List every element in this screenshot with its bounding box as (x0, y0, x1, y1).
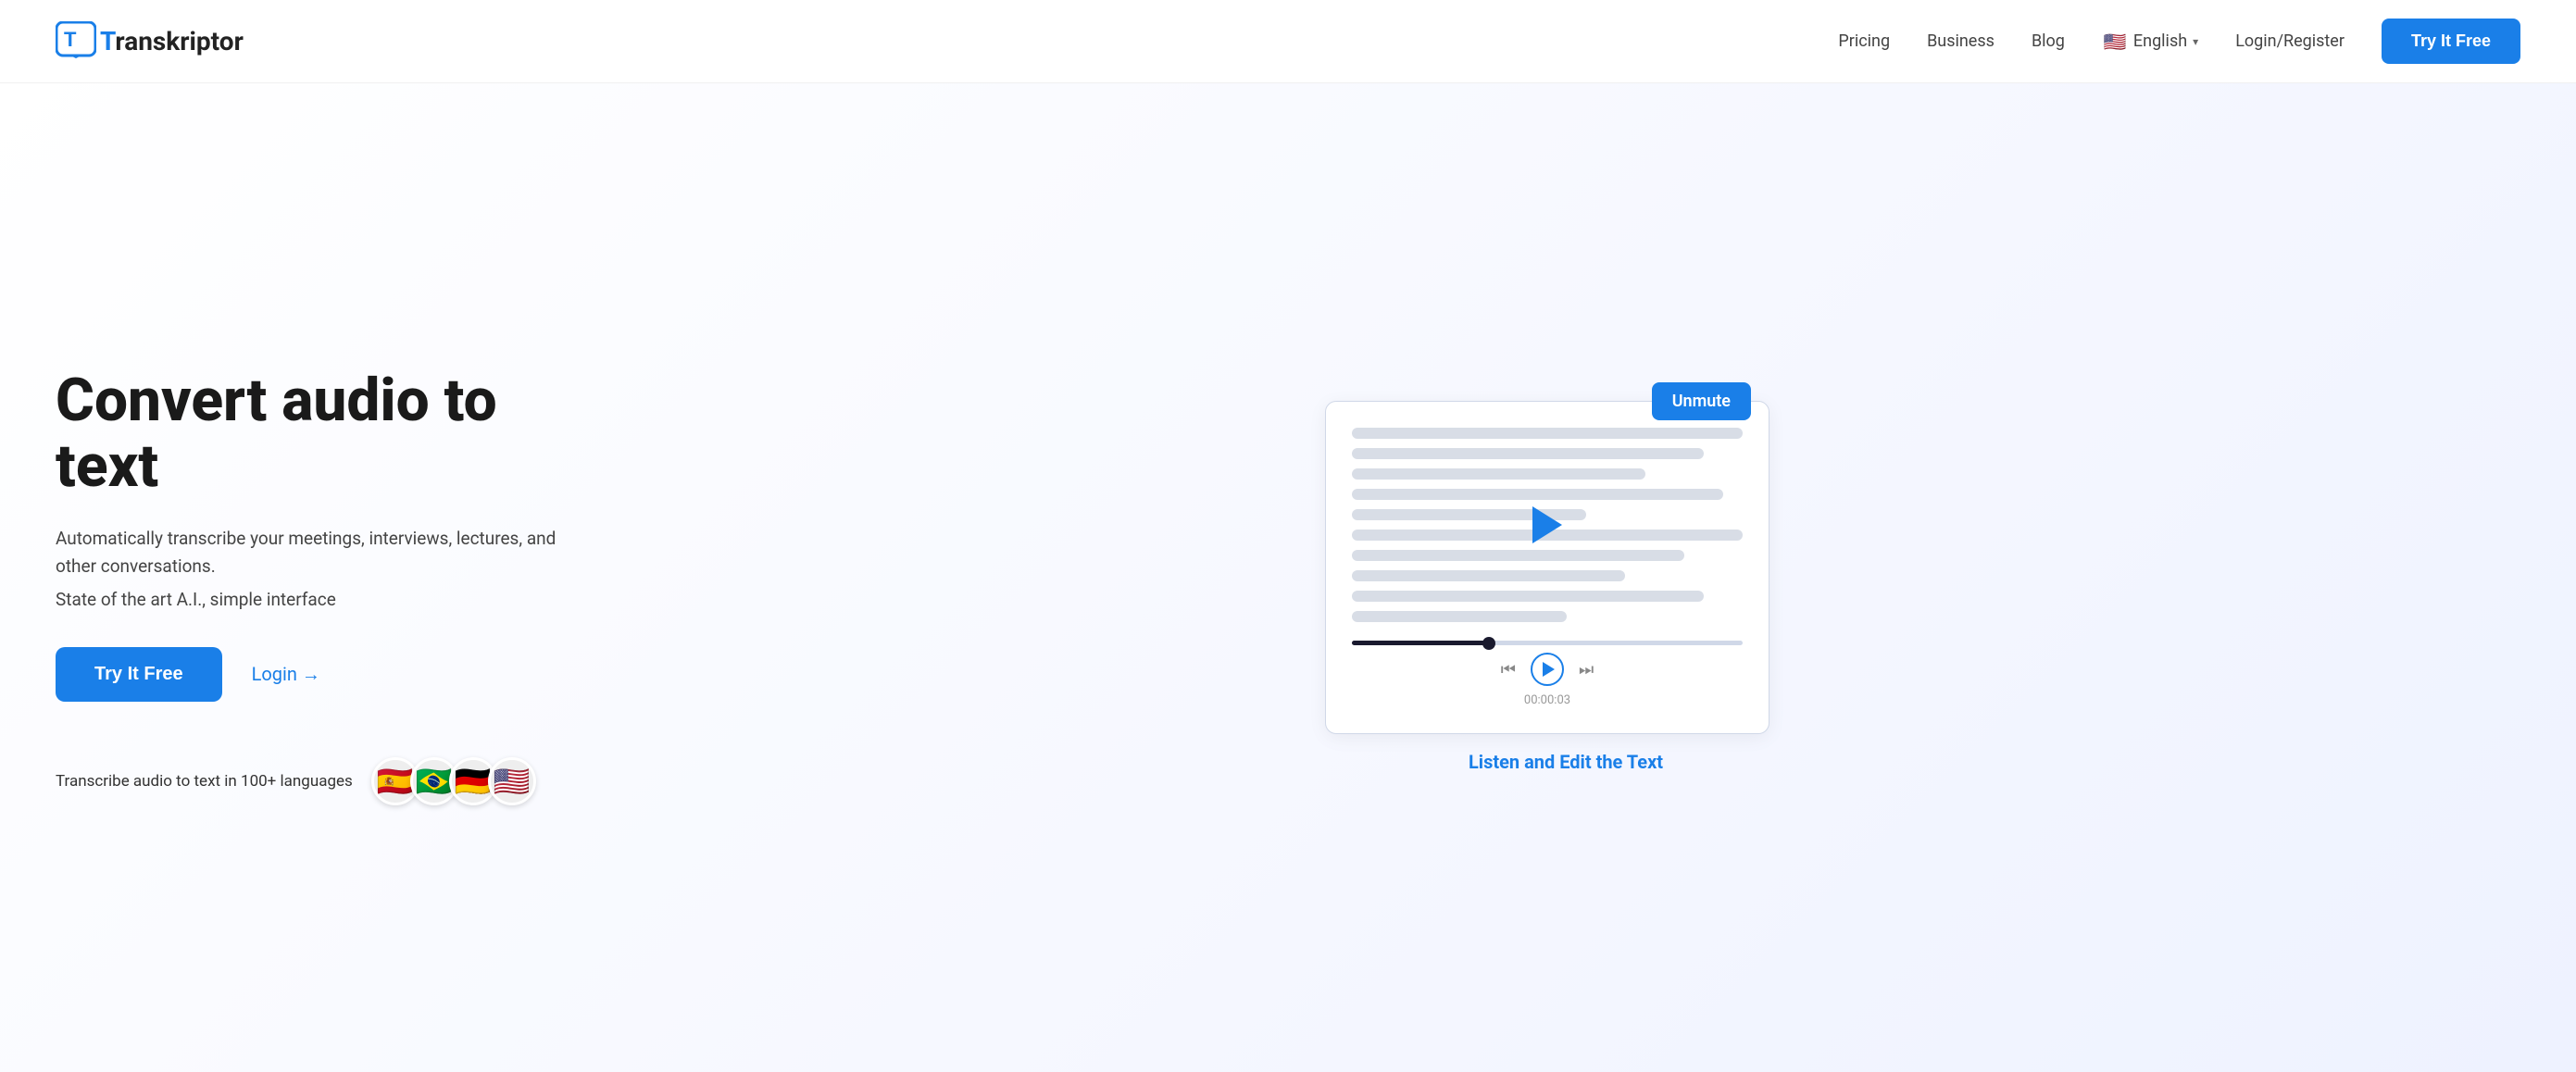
doc-line (1352, 570, 1625, 581)
nav-blog[interactable]: Blog (2032, 31, 2065, 51)
chevron-down-icon: ▾ (2193, 35, 2198, 48)
doc-line (1352, 489, 1723, 500)
play-button-overlay[interactable] (1532, 506, 1562, 543)
doc-line (1352, 591, 1704, 602)
doc-line (1352, 611, 1567, 622)
nav-business[interactable]: Business (1927, 31, 1995, 51)
doc-line (1352, 468, 1645, 480)
hero-title: Convert audio to text (56, 368, 574, 499)
svg-text:T: T (64, 28, 77, 51)
language-selector[interactable]: 🇺🇸 English ▾ (2102, 29, 2198, 55)
nav-pricing[interactable]: Pricing (1838, 31, 1890, 51)
hero-section: Convert audio to text Automatically tran… (0, 83, 2576, 1072)
hero-try-free-button[interactable]: Try It Free (56, 647, 222, 702)
fast-forward-button[interactable]: ⏭ (1579, 660, 1594, 679)
hero-languages-text: Transcribe audio to text in 100+ languag… (56, 772, 353, 791)
language-flags: 🇪🇸🇧🇷🇩🇪🇺🇸 (371, 757, 536, 805)
illustration-wrapper: Unmute ⏮ ⏭ (1325, 401, 1807, 773)
rewind-button[interactable]: ⏮ (1501, 660, 1516, 679)
hero-illustration: Unmute ⏮ ⏭ (611, 401, 2520, 773)
hero-subtext: State of the art A.I., simple interface (56, 589, 574, 610)
hero-description: Automatically transcribe your meetings, … (56, 525, 574, 581)
transcript-card: ⏮ ⏭ 00:00:03 (1325, 401, 1769, 734)
language-label: English (2133, 31, 2187, 51)
hero-content-left: Convert audio to text Automatically tran… (56, 368, 611, 805)
listen-edit-label[interactable]: Listen and Edit the Text (1325, 751, 1807, 773)
hero-login-link[interactable]: Login → (252, 663, 320, 686)
unmute-button[interactable]: Unmute (1652, 382, 1751, 420)
nav-try-free-button[interactable]: Try It Free (2382, 19, 2520, 64)
timestamp: 00:00:03 (1524, 693, 1570, 707)
player-bar: ⏮ ⏭ 00:00:03 (1352, 641, 1743, 707)
progress-thumb (1482, 637, 1495, 650)
logo[interactable]: T Transkriptor (56, 21, 244, 62)
doc-line (1352, 550, 1684, 561)
navbar: T Transkriptor Pricing Business Blog 🇺🇸 … (0, 0, 2576, 83)
doc-line (1352, 448, 1704, 459)
hero-actions: Try It Free Login → (56, 647, 574, 702)
login-register-link[interactable]: Login/Register (2235, 31, 2345, 51)
hero-languages: Transcribe audio to text in 100+ languag… (56, 757, 574, 805)
nav-links: Pricing Business Blog 🇺🇸 English ▾ Login… (1838, 19, 2520, 64)
progress-track[interactable] (1352, 641, 1743, 645)
language-flag: 🇺🇸 (2102, 29, 2128, 55)
logo-text: Transkriptor (100, 26, 244, 56)
doc-lines (1352, 428, 1743, 622)
play-pause-button[interactable] (1531, 653, 1564, 686)
flag-item: 🇺🇸 (488, 757, 536, 805)
play-icon (1543, 662, 1555, 677)
progress-fill (1352, 641, 1489, 645)
doc-line (1352, 428, 1743, 439)
player-controls: ⏮ ⏭ (1501, 653, 1594, 686)
